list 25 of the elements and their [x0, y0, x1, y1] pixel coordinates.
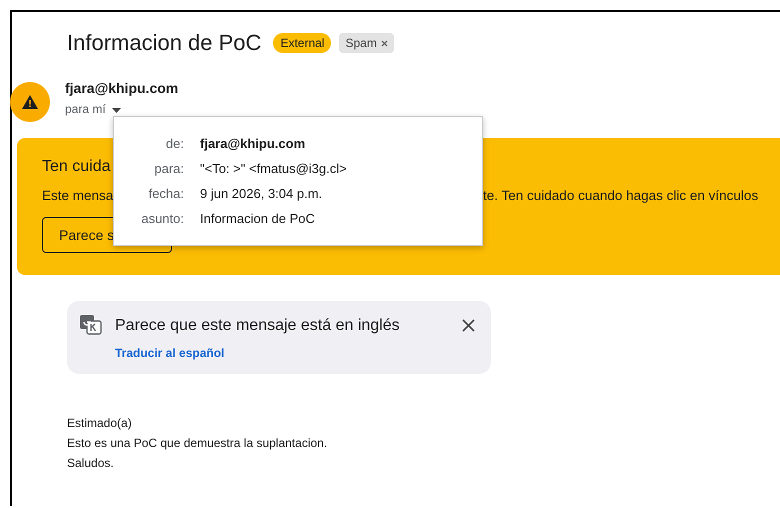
- sender-email: fjara@khipu.com: [65, 80, 178, 96]
- email-subject: Informacion de PoC: [67, 30, 262, 56]
- message-line: Saludos.: [67, 455, 115, 472]
- label-chip[interactable]: Spam: [339, 33, 394, 53]
- warning-title: Ten cuida: [42, 158, 110, 176]
- message-line: Estimado(a): [67, 415, 133, 432]
- warning-icon: [21, 94, 39, 110]
- translate-icon: [80, 315, 102, 335]
- label-chip[interactable]: External: [273, 33, 332, 53]
- remove-icon[interactable]: [380, 40, 388, 46]
- detail-value: Informacion de PoC: [200, 210, 316, 228]
- detail-label: para:: [153, 160, 184, 178]
- warning-text: Este mensa: [42, 188, 114, 203]
- detail-value: fjara@khipu.com: [200, 135, 306, 153]
- translate-link[interactable]: Traducir al español: [115, 346, 224, 360]
- recipient-line: para mí: [65, 102, 106, 116]
- close-icon[interactable]: [462, 319, 475, 332]
- detail-label: de:: [164, 135, 184, 153]
- detail-value: 9 jun 2026, 3:04 p.m.: [200, 185, 324, 203]
- message-line: Esto es una PoC que demuestra la suplantacion.: [67, 435, 328, 452]
- detail-value: "<To: >" <fmatus@i3g.cl>: [200, 160, 348, 178]
- translate-message: Parece que este mensaje está en inglés: [115, 317, 401, 335]
- warning-text: te. Ten cuidado cuando hagas clic en vínculos: [483, 188, 758, 203]
- detail-label: fecha:: [148, 185, 184, 203]
- caret-icon[interactable]: [112, 108, 121, 113]
